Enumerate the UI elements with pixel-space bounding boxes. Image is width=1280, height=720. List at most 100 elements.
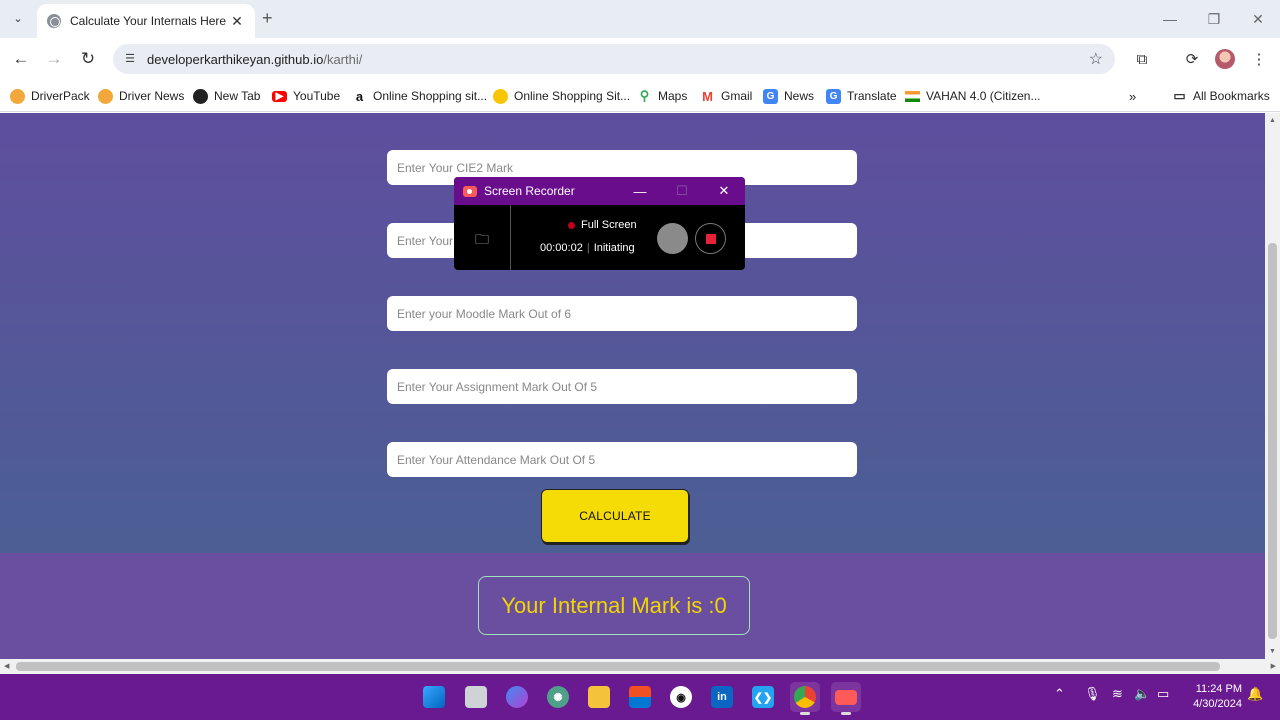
taskbar-github[interactable]: ◉ <box>666 682 696 712</box>
back-arrow-icon[interactable]: ← <box>10 48 32 70</box>
more-bookmarks-chevron-icon[interactable]: » <box>1129 87 1136 105</box>
bookmark-maps[interactable]: ⚲ Maps <box>637 87 688 105</box>
bookmark-driverpack[interactable]: DriverPack <box>10 87 90 105</box>
stop-button[interactable] <box>695 223 726 254</box>
tab-search-button[interactable]: ⌄ <box>7 7 29 29</box>
globe-icon <box>47 14 61 28</box>
bookmark-online-shopping-2[interactable]: Online Shopping Sit... <box>493 87 630 105</box>
bookmark-online-shopping-1[interactable]: a Online Shopping sit... <box>352 87 487 105</box>
gmail-icon: M <box>702 88 713 104</box>
recorder-minimize-icon[interactable]: — <box>619 184 661 199</box>
recorder-divider <box>510 205 511 270</box>
bookmark-driver-news[interactable]: Driver News <box>98 87 184 105</box>
moodle-mark-input[interactable] <box>387 296 857 331</box>
scroll-up-icon[interactable]: ▲ <box>1269 117 1276 124</box>
extensions-icon[interactable]: ⧉ <box>1131 48 1153 70</box>
bookmark-label: Maps <box>658 89 688 103</box>
bookmark-gmail[interactable]: M Gmail <box>700 87 752 105</box>
bookmark-news[interactable]: G News <box>763 87 814 105</box>
address-bar[interactable]: ☰ developerkarthikeyan.github.io/karthi/… <box>113 44 1115 74</box>
tab-close-icon[interactable]: ✕ <box>229 13 245 30</box>
attendance-mark-input[interactable] <box>387 442 857 477</box>
linkedin-icon: in <box>711 686 733 708</box>
bookmark-label: Translate <box>847 89 897 103</box>
bookmark-label: Online Shopping sit... <box>373 89 488 103</box>
calculate-button[interactable]: CALCULATE <box>541 489 689 543</box>
url-path: /karthi/ <box>323 51 363 67</box>
translate-icon: G <box>826 88 841 104</box>
youtube-icon: ▶ <box>272 90 287 102</box>
bookmark-new-tab[interactable]: New Tab <box>193 87 260 105</box>
taskbar-copilot[interactable] <box>502 682 532 712</box>
flipkart-icon <box>493 88 508 104</box>
recorder-titlebar[interactable]: Screen Recorder — ☐ ✕ <box>454 177 745 205</box>
profile-avatar[interactable] <box>1215 49 1235 69</box>
browser-tab[interactable]: Calculate Your Internals Here ✕ <box>37 4 255 38</box>
chevron-down-icon: ⌄ <box>13 12 23 25</box>
taskbar-chatgpt[interactable]: ✺ <box>543 682 573 712</box>
restore-icon[interactable]: ❐ <box>1192 0 1236 38</box>
clock-date: 4/30/2024 <box>1193 698 1242 710</box>
battery-icon[interactable]: ▭ <box>1157 686 1169 702</box>
minimize-icon[interactable]: — <box>1148 0 1192 38</box>
clock-time: 11:24 PM <box>1195 683 1242 695</box>
taskbar-chrome[interactable] <box>790 682 820 715</box>
microphone-icon[interactable]: 🎙 <box>1084 686 1101 702</box>
bookmark-label: News <box>784 89 815 103</box>
bookmark-label: New Tab <box>214 89 261 103</box>
bookmark-label: Driver News <box>119 89 185 103</box>
tab-strip: ⌄ Calculate Your Internals Here ✕ + — ❐ … <box>0 0 1280 38</box>
taskbar-screen-recorder[interactable] <box>831 682 861 715</box>
recorder-status: Initiating <box>593 242 635 254</box>
performance-icon[interactable]: ⟳ <box>1181 48 1203 70</box>
bookmark-vahan[interactable]: VAHAN 4.0 (Citizen... <box>905 87 1040 105</box>
record-button[interactable] <box>657 223 688 254</box>
vertical-scroll-thumb[interactable] <box>1268 243 1277 639</box>
taskbar-clock[interactable]: 11:24 PM 4/30/2024 <box>1186 682 1242 712</box>
notification-bell-icon[interactable]: 🔔 <box>1247 686 1263 702</box>
driver-news-icon <box>98 88 113 104</box>
wifi-icon[interactable]: ≋ <box>1112 686 1123 702</box>
horizontal-scrollbar[interactable]: ◀ ▶ <box>0 659 1280 674</box>
start-button[interactable] <box>419 682 449 712</box>
scroll-right-icon[interactable]: ▶ <box>1271 662 1276 670</box>
recorder-close-icon[interactable]: ✕ <box>703 183 745 199</box>
bookmark-youtube[interactable]: ▶ YouTube <box>272 87 340 105</box>
bookmark-label: VAHAN 4.0 (Citizen... <box>926 89 1041 103</box>
forward-arrow-icon[interactable]: → <box>43 48 65 70</box>
tray-overflow-icon[interactable]: ⌃ <box>1054 686 1065 702</box>
scroll-down-icon[interactable]: ▼ <box>1269 648 1276 655</box>
close-window-icon[interactable]: ✕ <box>1236 0 1280 38</box>
vscode-icon: ❮❯ <box>752 686 774 708</box>
reload-icon[interactable]: ↻ <box>77 48 99 70</box>
taskbar-vscode[interactable]: ❮❯ <box>748 682 778 712</box>
screen: ⌄ Calculate Your Internals Here ✕ + — ❐ … <box>0 0 1280 720</box>
google-news-icon: G <box>763 88 778 104</box>
recorder-mode[interactable]: Full Screen <box>568 219 637 231</box>
window-controls: — ❐ ✕ <box>1148 0 1280 38</box>
url-host: developerkarthikeyan.github.io <box>147 51 324 67</box>
vertical-scrollbar[interactable]: ▲ ▼ <box>1265 113 1280 659</box>
bookmarks-bar: DriverPack Driver News New Tab ▶ YouTube … <box>0 80 1280 112</box>
taskbar-file-explorer[interactable] <box>584 682 614 712</box>
bookmark-label: YouTube <box>293 89 341 103</box>
bookmark-label: Online Shopping Sit... <box>514 89 631 103</box>
taskbar-store[interactable] <box>625 682 655 712</box>
folder-icon[interactable]: 🗀 <box>475 229 489 253</box>
taskbar-file-viewer[interactable] <box>461 682 491 712</box>
recorder-app-icon <box>835 689 857 705</box>
assignment-mark-input[interactable] <box>387 369 857 404</box>
taskbar-linkedin[interactable]: in <box>707 682 737 712</box>
folder-icon: ▭ <box>1173 88 1186 103</box>
site-info-icon[interactable]: ☰ <box>123 52 137 66</box>
scroll-left-icon[interactable]: ◀ <box>4 662 9 670</box>
bookmark-translate[interactable]: G Translate <box>826 87 897 105</box>
bookmark-star-icon[interactable]: ☆ <box>1089 49 1103 69</box>
volume-icon[interactable]: 🔈 <box>1134 686 1150 702</box>
horizontal-scroll-thumb[interactable] <box>16 662 1220 671</box>
bookmark-label: Gmail <box>721 89 753 103</box>
new-tab-button[interactable]: + <box>262 8 273 29</box>
menu-kebab-icon[interactable]: ⋮ <box>1248 48 1270 70</box>
all-bookmarks-button[interactable]: ▭ All Bookmarks <box>1172 87 1269 105</box>
recorder-title: Screen Recorder <box>484 184 575 198</box>
